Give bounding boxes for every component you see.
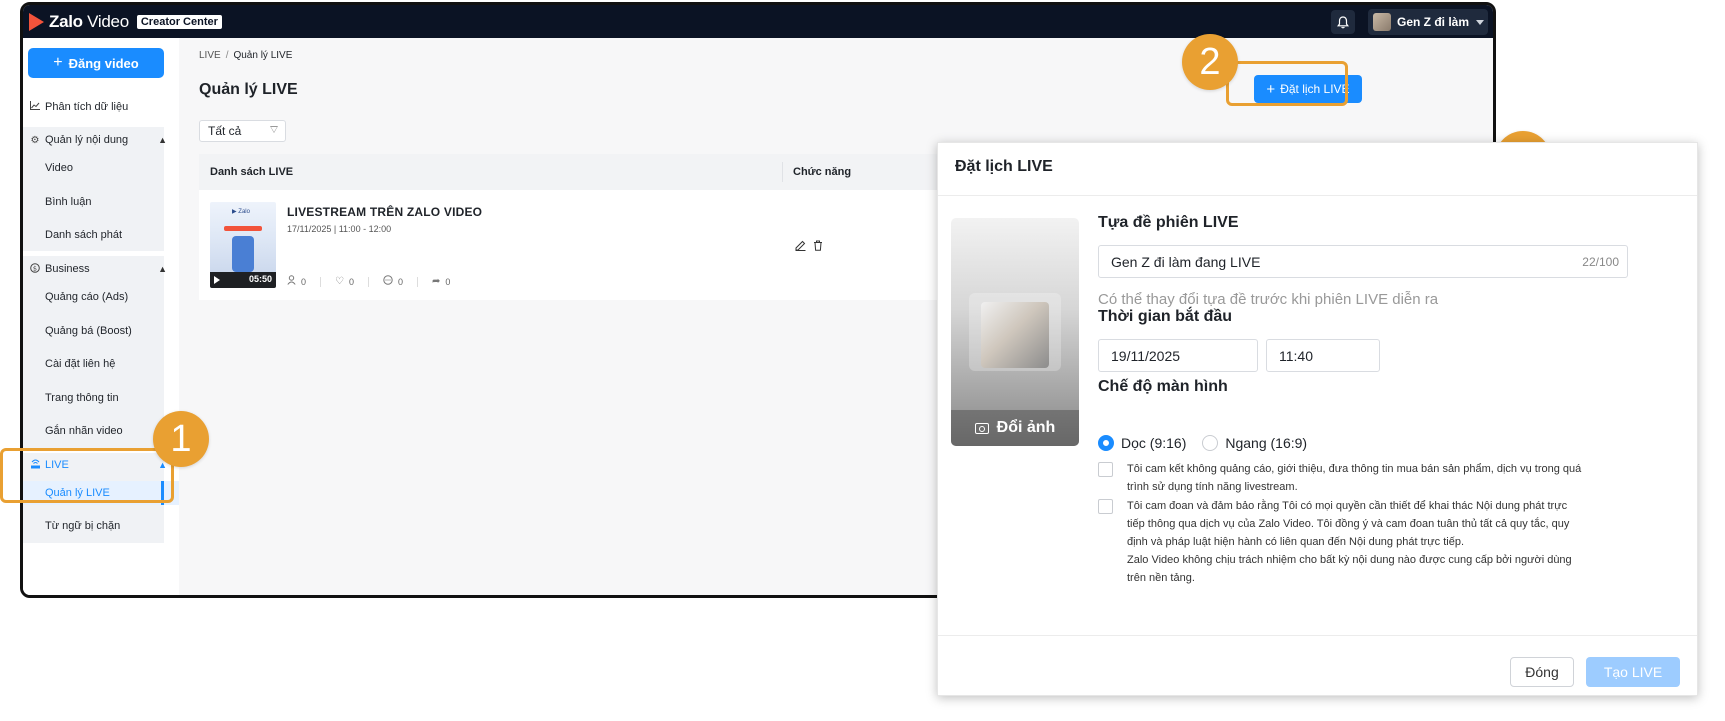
gear-icon: ⚙ — [30, 134, 40, 146]
svg-text:$: $ — [33, 264, 37, 272]
heart-icon: ♡ — [335, 276, 344, 287]
change-cover-button[interactable]: Đổi ảnh — [951, 410, 1079, 446]
edit-icon[interactable] — [795, 240, 806, 254]
live-schedule-time: 17/11/2025 | 11:00 - 12:00 — [287, 224, 392, 234]
comment-count: 0 — [398, 276, 404, 287]
breadcrumb-current: Quản lý LIVE — [233, 50, 293, 61]
screen-mode-label: Chế độ màn hình — [1098, 378, 1228, 395]
sidebar-item-info-page[interactable]: Trang thông tin — [23, 386, 179, 410]
user-name: Gen Z đi làm — [1397, 15, 1470, 29]
sidebar-item-video[interactable]: Video — [23, 156, 179, 180]
row-actions — [795, 240, 823, 254]
video-duration: 05:50 — [248, 274, 272, 284]
chevron-down-icon — [1476, 19, 1485, 25]
share-count: 0 — [445, 276, 451, 287]
column-header-live-list: Danh sách LIVE — [199, 162, 783, 182]
user-menu[interactable]: Gen Z đi làm — [1368, 9, 1488, 35]
title-hint: Có thể thay đổi tựa đề trước khi phiên L… — [1098, 291, 1439, 308]
user-icon — [287, 275, 296, 288]
live-thumbnail[interactable]: ▶ Zalo 05:50 — [210, 202, 276, 288]
cover-image-preview[interactable]: Đổi ảnh — [951, 218, 1079, 446]
screen-mode-radio-group: Dọc (9:16) Ngang (16:9) — [1098, 435, 1323, 451]
chevron-up-icon: ▲ — [158, 264, 167, 274]
start-date-input[interactable]: 19/11/2025 — [1098, 339, 1258, 372]
start-time-input[interactable]: 11:40 — [1266, 339, 1380, 372]
sidebar-item-playlists[interactable]: Danh sách phát — [23, 223, 179, 247]
commitment-no-ads-checkbox[interactable] — [1098, 462, 1113, 477]
page-title: Quản lý LIVE — [199, 81, 298, 98]
like-count: 0 — [348, 276, 354, 287]
play-icon — [214, 276, 220, 284]
avatar — [1373, 13, 1391, 31]
filter-funnel-icon — [270, 126, 278, 133]
chart-line-icon — [29, 101, 41, 113]
callout-badge-2: 2 — [1182, 34, 1238, 90]
callout-badge-1: 1 — [153, 411, 209, 467]
sidebar: + Đăng video Phân tích dữ liệu ⚙ Quản lý n… — [23, 38, 179, 595]
status-filter-select[interactable]: Tất cả — [199, 120, 286, 142]
viewer-count: 0 — [301, 276, 307, 287]
live-title-input[interactable]: Gen Z đi làm đang LIVE 22/100 — [1098, 245, 1628, 278]
commitment-rights-checkbox[interactable] — [1098, 499, 1113, 514]
sidebar-item-ads[interactable]: Quảng cáo (Ads) — [23, 285, 179, 309]
create-live-button[interactable]: Tạo LIVE — [1586, 657, 1680, 687]
sidebar-item-blocked-words[interactable]: Từ ngữ bị chặn — [23, 514, 179, 538]
plus-icon: + — [53, 54, 63, 71]
breadcrumb: LIVE / Quản lý LIVE — [199, 50, 293, 61]
cover-thumbnail — [981, 302, 1049, 368]
upload-video-button[interactable]: + Đăng video — [28, 48, 164, 78]
notification-bell-icon[interactable] — [1331, 10, 1355, 34]
creator-center-badge: Creator Center — [136, 14, 222, 29]
breadcrumb-live[interactable]: LIVE — [199, 50, 221, 61]
title-char-counter: 22/100 — [1582, 255, 1619, 269]
callout-highlight-schedule-button — [1226, 61, 1348, 106]
commitment-no-ads: Tôi cam kết không quảng cáo, giới thiệu,… — [1098, 460, 1687, 496]
commitment-rights: Tôi cam đoan và đảm bảo rằng Tôi có mọi … — [1098, 497, 1687, 587]
app-logo[interactable]: Zalo Video — [49, 12, 129, 32]
sidebar-item-comments[interactable]: Bình luận — [23, 190, 179, 214]
column-header-actions: Chức năng — [793, 166, 852, 178]
schedule-live-dialog: Đặt lịch LIVE Đổi ảnh Tựa đề phiên LIVE … — [937, 142, 1698, 696]
sidebar-item-business[interactable]: $ Business ▲ — [23, 257, 179, 281]
start-time-label: Thời gian bắt đầu — [1098, 308, 1233, 325]
comment-icon — [383, 275, 393, 288]
share-icon: ➦ — [432, 276, 441, 287]
camera-icon — [974, 422, 989, 434]
sidebar-item-boost[interactable]: Quảng bá (Boost) — [23, 319, 179, 343]
sidebar-item-content-management[interactable]: ⚙ Quản lý nội dung ▲ — [23, 128, 179, 152]
dollar-circle-icon: $ — [29, 262, 41, 276]
chevron-up-icon: ▲ — [158, 135, 167, 145]
live-stats: 0 ♡ 0 0 ➦ 0 — [287, 275, 464, 288]
sidebar-item-analytics[interactable]: Phân tích dữ liệu — [23, 95, 179, 119]
close-button[interactable]: Đóng — [1510, 657, 1574, 687]
live-title[interactable]: LIVESTREAM TRÊN ZALO VIDEO — [287, 205, 482, 219]
dialog-title: Đặt lịch LIVE — [955, 158, 1053, 175]
radio-landscape[interactable]: Ngang (16:9) — [1202, 435, 1307, 451]
zalo-video-logo-icon — [29, 12, 44, 31]
sidebar-item-contact-settings[interactable]: Cài đặt liên hệ — [23, 352, 179, 376]
callout-highlight-live-management — [0, 448, 174, 503]
top-bar: Zalo Video Creator Center Gen Z đi làm — [23, 5, 1493, 38]
delete-icon[interactable] — [813, 240, 823, 254]
title-field-label: Tựa đề phiên LIVE — [1098, 214, 1239, 231]
radio-portrait[interactable]: Dọc (9:16) — [1098, 435, 1186, 451]
